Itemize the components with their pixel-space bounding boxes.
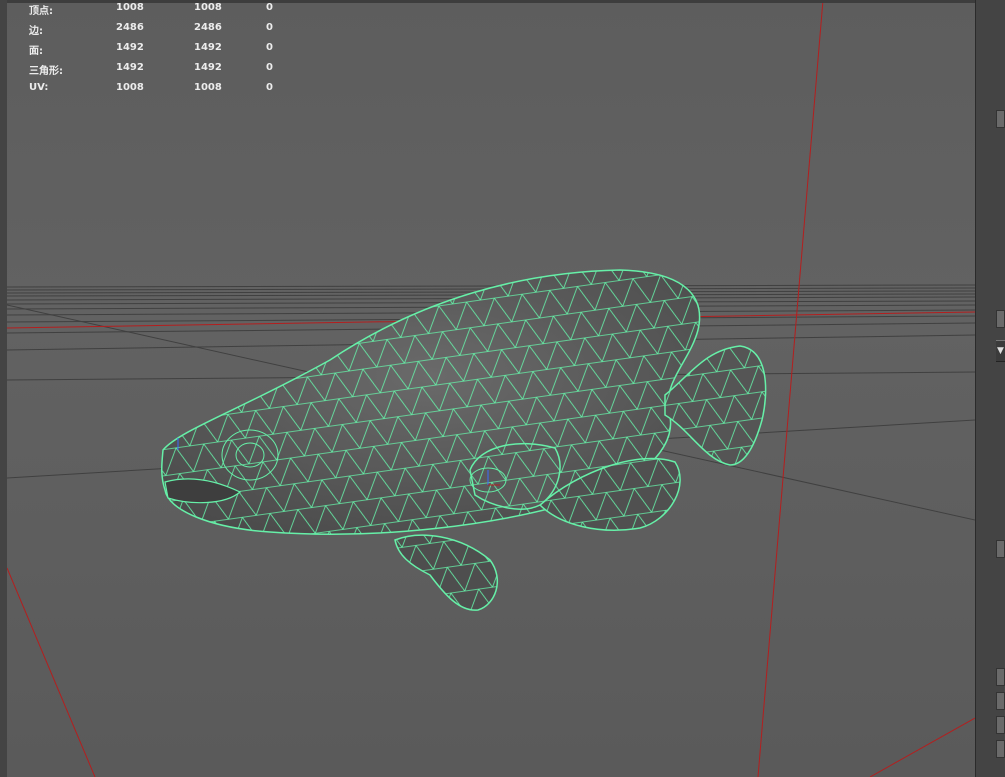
hud-row-edges: 边: 2486 2486 0 [29,22,273,37]
hud-row-uvs: UV: 1008 1008 0 [29,82,273,93]
hud-row-vertices: 顶点: 1008 1008 0 [29,2,273,17]
side-panel-button[interactable] [996,668,1005,686]
side-panel-button[interactable] [996,692,1005,710]
poly-count-hud: 顶点: 1008 1008 0 边: 2486 2486 0 面: 1492 1… [29,2,289,102]
collapse-arrow-icon[interactable]: ▼ [996,340,1005,362]
hud-row-faces: 面: 1492 1492 0 [29,42,273,57]
scene-canvas[interactable] [7,0,975,777]
side-panel-button[interactable] [996,540,1005,558]
side-panel-button[interactable] [996,110,1005,128]
viewport-top-edge [7,0,975,3]
hud-row-triangles: 三角形: 1492 1492 0 [29,62,273,77]
3d-viewport[interactable]: 顶点: 1008 1008 0 边: 2486 2486 0 面: 1492 1… [7,0,975,777]
side-panel-button[interactable] [996,740,1005,758]
fish-model[interactable] [161,269,767,611]
side-panel-button[interactable] [996,310,1005,328]
side-panel-button[interactable] [996,716,1005,734]
